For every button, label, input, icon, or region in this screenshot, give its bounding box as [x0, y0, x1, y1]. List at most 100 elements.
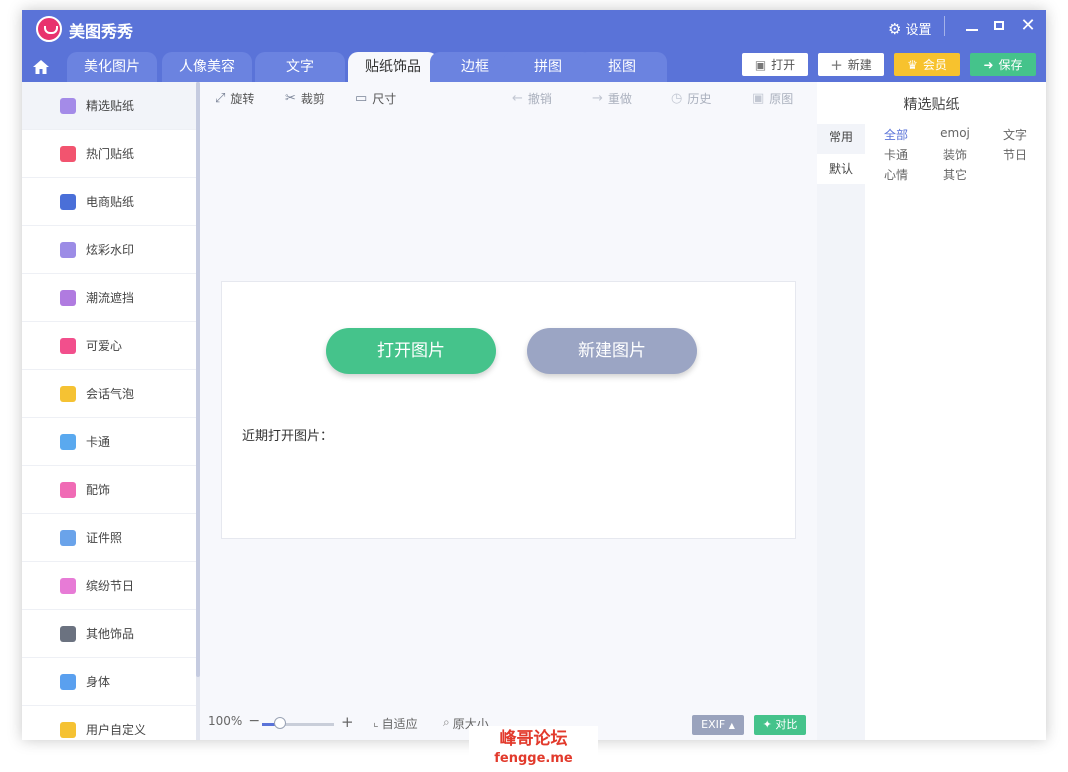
cart-icon	[60, 193, 76, 210]
watermark-line2: fengge.me	[494, 751, 573, 766]
crop-label: 裁剪	[300, 92, 325, 106]
exif-button[interactable]: EXIF ▲	[692, 715, 744, 735]
history-tool[interactable]: ◷ 历史	[671, 90, 711, 107]
settings-button[interactable]: ⚙ 设置	[888, 19, 932, 39]
sticker-panel-tabs	[817, 124, 865, 740]
magnifier-icon: ⌕	[443, 715, 450, 729]
sidebar-item[interactable]: 会话气泡	[22, 370, 196, 418]
zoom-in-button[interactable]: +	[341, 713, 354, 731]
start-card: 打开图片 新建图片 近期打开图片：	[221, 281, 796, 539]
save-button[interactable]: ➜ 保存	[970, 53, 1036, 76]
new-label: 新建	[847, 58, 872, 72]
zoom-bar: 100% −	[208, 713, 260, 729]
close-button[interactable]: ✕	[1018, 16, 1038, 36]
sidebar-item[interactable]: 缤纷节日	[22, 562, 196, 610]
category-cartoon[interactable]: 卡通	[871, 146, 921, 163]
redo-label: 重做	[607, 92, 632, 106]
crown-icon: ♛	[907, 57, 918, 72]
undo-tool[interactable]: ← 撤销	[512, 90, 552, 107]
sidebar-item[interactable]: 证件照	[22, 514, 196, 562]
scissors-icon: ✂	[285, 91, 296, 106]
zoom-out-button[interactable]: −	[248, 713, 260, 729]
sidebar-item[interactable]: 卡通	[22, 418, 196, 466]
original-tool[interactable]: ▣ 原图	[752, 90, 793, 107]
balloon-icon	[60, 577, 76, 594]
category-decoration[interactable]: 装饰	[930, 146, 980, 163]
tab-common[interactable]: 常用	[817, 122, 865, 152]
tab-portrait[interactable]: 人像美容	[162, 52, 252, 82]
sidebar-item-label: 会话气泡	[86, 387, 135, 401]
sidebar-item[interactable]: 身体	[22, 658, 196, 706]
tab-default[interactable]: 默认	[817, 154, 865, 184]
vip-button[interactable]: ♛ 会员	[894, 53, 960, 76]
category-mood[interactable]: 心情	[871, 166, 921, 183]
gear-icon: ⚙	[888, 19, 902, 38]
tab-text[interactable]: 文字	[255, 52, 345, 82]
undo-label: 撤销	[527, 92, 552, 106]
home-icon	[33, 60, 49, 74]
sidebar-item[interactable]: 精选贴纸	[22, 82, 196, 130]
sidebar-item[interactable]: 用户自定义	[22, 706, 196, 740]
home-button[interactable]	[32, 58, 54, 80]
person-icon	[60, 673, 76, 690]
fit-button[interactable]: ⌞ 自适应	[373, 715, 418, 732]
sidebar-item[interactable]: 电商贴纸	[22, 178, 196, 226]
title-separator	[944, 16, 945, 36]
minimize-button[interactable]	[962, 16, 982, 36]
sidebar-item-label: 可爱心	[86, 339, 123, 353]
redo-tool[interactable]: → 重做	[592, 90, 632, 107]
forum-watermark: 峰哥论坛 fengge.me	[469, 726, 598, 772]
watermark-icon	[60, 241, 76, 258]
sidebar-item-label: 电商贴纸	[86, 195, 135, 209]
zoom-slider-handle[interactable]	[274, 717, 286, 729]
bow-icon	[60, 481, 76, 498]
size-label: 尺寸	[372, 92, 397, 106]
vip-label: 会员	[922, 58, 947, 72]
tab-cutout[interactable]: 抠图	[577, 52, 667, 82]
fit-label: 自适应	[381, 717, 418, 731]
open-label: 打开	[771, 58, 796, 72]
maximize-button[interactable]	[990, 16, 1010, 36]
sidebar-item-label: 卡通	[86, 435, 111, 449]
app-window: 美图秀秀 ⚙ 设置 ✕ 美化图片 人像美容 文字 贴纸饰品 边框 拼图 抠图 ▣…	[22, 10, 1046, 740]
exif-label: EXIF	[701, 718, 726, 731]
compare-button[interactable]: ✦ 对比	[754, 715, 806, 735]
sidebar-item[interactable]: 可爱心	[22, 322, 196, 370]
tab-beautify[interactable]: 美化图片	[67, 52, 157, 82]
category-all[interactable]: 全部	[871, 126, 921, 143]
category-text[interactable]: 文字	[990, 126, 1040, 143]
sidebar-item[interactable]: 其他饰品	[22, 610, 196, 658]
plus-icon: +	[830, 55, 843, 74]
fit-icon: ⌞	[373, 715, 379, 729]
sidebar-item[interactable]: 炫彩水印	[22, 226, 196, 274]
crop-tool[interactable]: ✂ 裁剪	[285, 90, 325, 107]
original-image-icon: ▣	[752, 91, 765, 106]
sidebar-scrollbar[interactable]	[196, 82, 200, 740]
sidebar-item[interactable]: 热门贴纸	[22, 130, 196, 178]
sidebar-item[interactable]: 潮流遮挡	[22, 274, 196, 322]
caret-up-icon: ▲	[728, 721, 735, 730]
category-other[interactable]: 其它	[930, 166, 980, 183]
sidebar-item[interactable]: 配饰	[22, 466, 196, 514]
tab-stickers[interactable]: 贴纸饰品	[348, 52, 438, 82]
size-tool[interactable]: ▭ 尺寸	[355, 90, 396, 107]
category-emoj[interactable]: emoj	[930, 126, 980, 140]
sticker-panel-title: 精选贴纸	[903, 97, 960, 113]
clock-icon: ◷	[671, 91, 683, 106]
sidebar-item-label: 其他饰品	[86, 627, 135, 641]
new-button[interactable]: + 新建	[818, 53, 884, 76]
rotate-icon: ⤢	[215, 91, 226, 106]
category-festival[interactable]: 节日	[990, 146, 1040, 163]
new-image-button[interactable]: 新建图片	[527, 328, 697, 374]
rotate-label: 旋转	[230, 92, 255, 106]
cartoon-icon	[60, 433, 76, 450]
open-image-button[interactable]: 打开图片	[326, 328, 496, 374]
history-label: 历史	[687, 92, 712, 106]
rotate-tool[interactable]: ⤢ 旋转	[215, 90, 254, 107]
sticker-icon	[60, 97, 76, 114]
settings-label: 设置	[905, 23, 932, 38]
sticker-category-sidebar: 精选贴纸热门贴纸电商贴纸炫彩水印 潮流遮挡可爱心会话气泡卡通配饰 证件照 缤纷节日其他…	[22, 82, 196, 740]
open-button[interactable]: ▣ 打开	[742, 53, 808, 76]
sidebar-item-label: 精选贴纸	[86, 99, 135, 113]
sidebar-item-label: 用户自定义	[86, 723, 147, 737]
